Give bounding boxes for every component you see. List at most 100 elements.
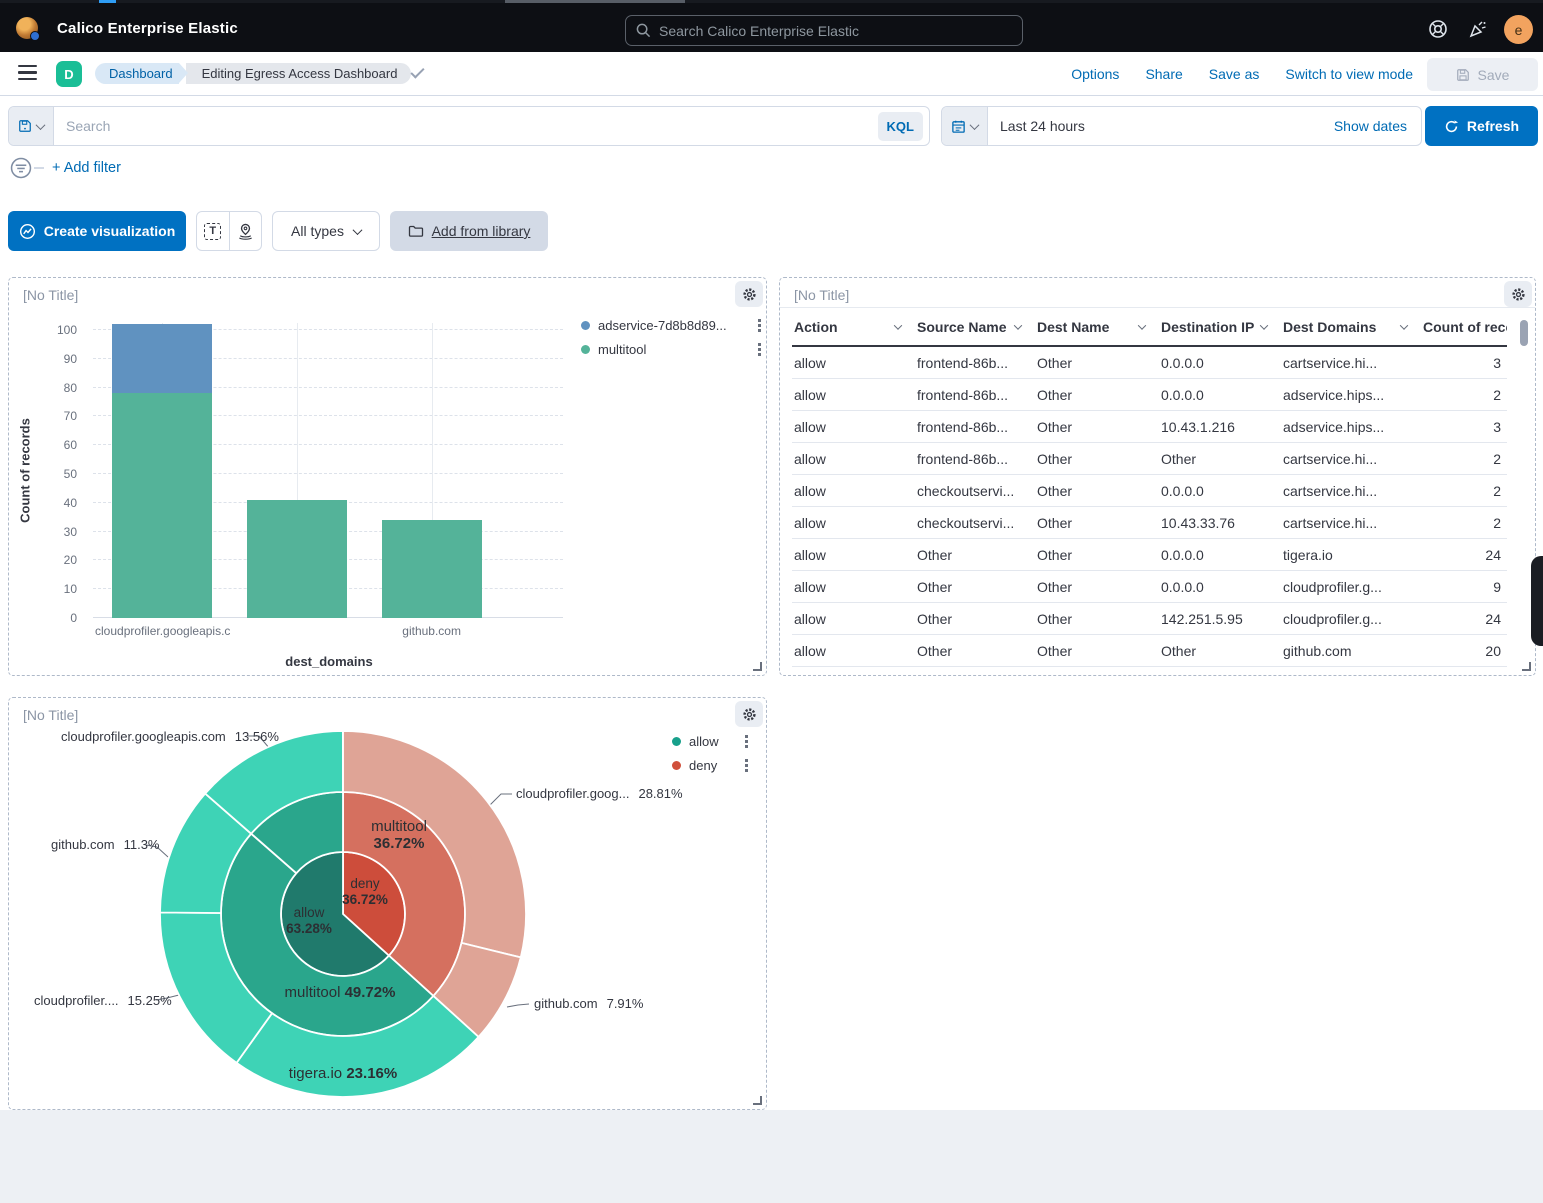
save-as-link[interactable]: Save as	[1209, 66, 1260, 82]
bar-stack	[112, 324, 212, 618]
table-cell: cloudprofiler.g...	[1281, 579, 1421, 595]
kql-badge[interactable]: KQL	[878, 112, 923, 141]
table-cell: Other	[1035, 579, 1159, 595]
panel-resize-handle[interactable]	[1522, 662, 1531, 671]
table-cell: 2	[1421, 483, 1507, 499]
time-range-value[interactable]: Last 24 hours	[988, 107, 1334, 145]
table-cell: allow	[792, 547, 915, 563]
y-tick-label: 10	[64, 582, 77, 596]
column-header-action[interactable]: Action	[792, 319, 915, 335]
panel-title-bar: [No Title]	[780, 278, 1535, 308]
date-quick-menu[interactable]	[942, 107, 988, 145]
table-row: allowOtherOther0.0.0.0cloudprofiler.g...…	[792, 571, 1507, 603]
table-cell: checkoutservi...	[915, 515, 1035, 531]
table-cell: 20	[1421, 643, 1507, 659]
legend-label[interactable]: allow	[689, 734, 731, 749]
sunburst-legend: allow deny	[672, 734, 748, 773]
panel-resize-handle[interactable]	[753, 662, 762, 671]
table-cell: github.com	[1281, 643, 1421, 659]
user-avatar[interactable]: e	[1504, 15, 1533, 44]
docked-flyout-handle[interactable]	[1531, 556, 1543, 646]
sunburst-panel[interactable]: [No Title] multitool36.72% deny36.72% al…	[8, 697, 767, 1110]
add-from-library-button[interactable]: Add from library	[390, 211, 548, 251]
y-axis-title: Count of records	[18, 411, 33, 531]
quick-add-group: T	[196, 211, 262, 251]
legend-label[interactable]: multitool	[598, 342, 744, 357]
table-row: allowfrontend-86b...OtherOthercartservic…	[792, 443, 1507, 475]
table-cell: Other	[1035, 419, 1159, 435]
table-cell: adservice.hips...	[1281, 387, 1421, 403]
table-cell: Other	[915, 547, 1035, 563]
table-cell: checkoutservi...	[915, 483, 1035, 499]
create-visualization-button[interactable]: Create visualization	[8, 211, 186, 251]
table-cell: cartservice.hi...	[1281, 451, 1421, 467]
filter-icon[interactable]	[10, 157, 32, 179]
table-scrollbar[interactable]	[1520, 320, 1528, 346]
column-header-dest-name[interactable]: Dest Name	[1035, 319, 1159, 335]
y-tick-label: 30	[64, 525, 77, 539]
table-cell: Other	[1035, 643, 1159, 659]
table-row: allowfrontend-86b...Other0.0.0.0adservic…	[792, 379, 1507, 411]
add-text-button[interactable]: T	[197, 212, 229, 250]
show-dates-link[interactable]: Show dates	[1334, 118, 1407, 134]
save-button[interactable]: Save	[1427, 58, 1538, 91]
y-tick-label: 90	[64, 352, 77, 366]
gear-icon	[1511, 287, 1526, 302]
table-cell: 2	[1421, 515, 1507, 531]
table-cell: cartservice.hi...	[1281, 483, 1421, 499]
data-grid: ActionSource NameDest NameDestination IP…	[792, 309, 1507, 671]
space-badge[interactable]: D	[56, 61, 82, 87]
add-map-button[interactable]	[229, 212, 262, 250]
all-types-dropdown[interactable]: All types	[272, 211, 380, 251]
panel-settings-button[interactable]	[1504, 281, 1532, 307]
add-filter-link[interactable]: + Add filter	[52, 160, 121, 176]
options-link[interactable]: Options	[1071, 66, 1119, 82]
legend-label[interactable]: adservice-7d8b8d89...	[598, 318, 744, 333]
table-cell: cloudprofiler.g...	[1281, 611, 1421, 627]
legend-item: adservice-7d8b8d89...	[581, 318, 761, 333]
legend-actions-icon[interactable]	[745, 759, 748, 772]
legend-actions-icon[interactable]	[758, 319, 761, 332]
panel-title: [No Title]	[794, 287, 849, 303]
legend-label[interactable]: deny	[689, 758, 731, 773]
column-header-destination-ip[interactable]: Destination IP	[1159, 319, 1281, 335]
menu-icon[interactable]	[18, 65, 37, 80]
bar-chart-legend: adservice-7d8b8d89... multitool	[581, 318, 761, 357]
global-search-input[interactable]	[659, 23, 1012, 39]
kql-search-input[interactable]	[54, 107, 878, 145]
column-header-dest-domains[interactable]: Dest Domains	[1281, 319, 1421, 335]
bar-segment-multitool[interactable]	[247, 500, 347, 618]
table-cell: cartservice.hi...	[1281, 515, 1421, 531]
table-cell: allow	[792, 387, 915, 403]
panel-resize-handle[interactable]	[753, 1096, 762, 1105]
newsfeed-icon[interactable]	[1468, 19, 1488, 39]
table-row: allowcheckoutservi...Other10.43.33.76car…	[792, 507, 1507, 539]
chevron-down-icon	[1138, 321, 1146, 329]
table-cell: Other	[1159, 643, 1281, 659]
table-cell: allow	[792, 611, 915, 627]
refresh-button[interactable]: Refresh	[1425, 106, 1538, 146]
switch-view-mode-link[interactable]: Switch to view mode	[1285, 66, 1413, 82]
bar-segment-multitool[interactable]	[112, 393, 212, 618]
x-axis-ticks: cloudprofiler.googleapis.comgithub.com	[95, 624, 499, 638]
legend-actions-icon[interactable]	[745, 735, 748, 748]
breadcrumb-dashboard[interactable]: Dashboard	[95, 63, 179, 84]
help-icon[interactable]	[1428, 19, 1448, 39]
calendar-icon	[951, 119, 966, 134]
column-header-count-of-reco[interactable]: Count of reco	[1421, 319, 1507, 335]
global-search[interactable]	[625, 15, 1023, 46]
breadcrumb: Dashboard Editing Egress Access Dashboar…	[95, 63, 411, 84]
query-input-group: KQL	[8, 106, 930, 146]
column-header-source-name[interactable]: Source Name	[915, 319, 1035, 335]
category-band	[230, 323, 365, 618]
table-panel[interactable]: [No Title] ActionSource NameDest NameDes…	[779, 277, 1536, 676]
table-cell: 0.0.0.0	[1159, 387, 1281, 403]
bar-chart-panel[interactable]: [No Title] Count of records 010203040506…	[8, 277, 767, 676]
legend-actions-icon[interactable]	[758, 343, 761, 356]
bar-segment-multitool[interactable]	[382, 520, 482, 618]
bar-segment-adservice-7d8b8d89-[interactable]	[112, 324, 212, 393]
table-cell: Other	[1035, 355, 1159, 371]
saved-query-menu[interactable]	[9, 107, 54, 145]
share-link[interactable]: Share	[1145, 66, 1182, 82]
panel-settings-button[interactable]	[735, 281, 763, 307]
